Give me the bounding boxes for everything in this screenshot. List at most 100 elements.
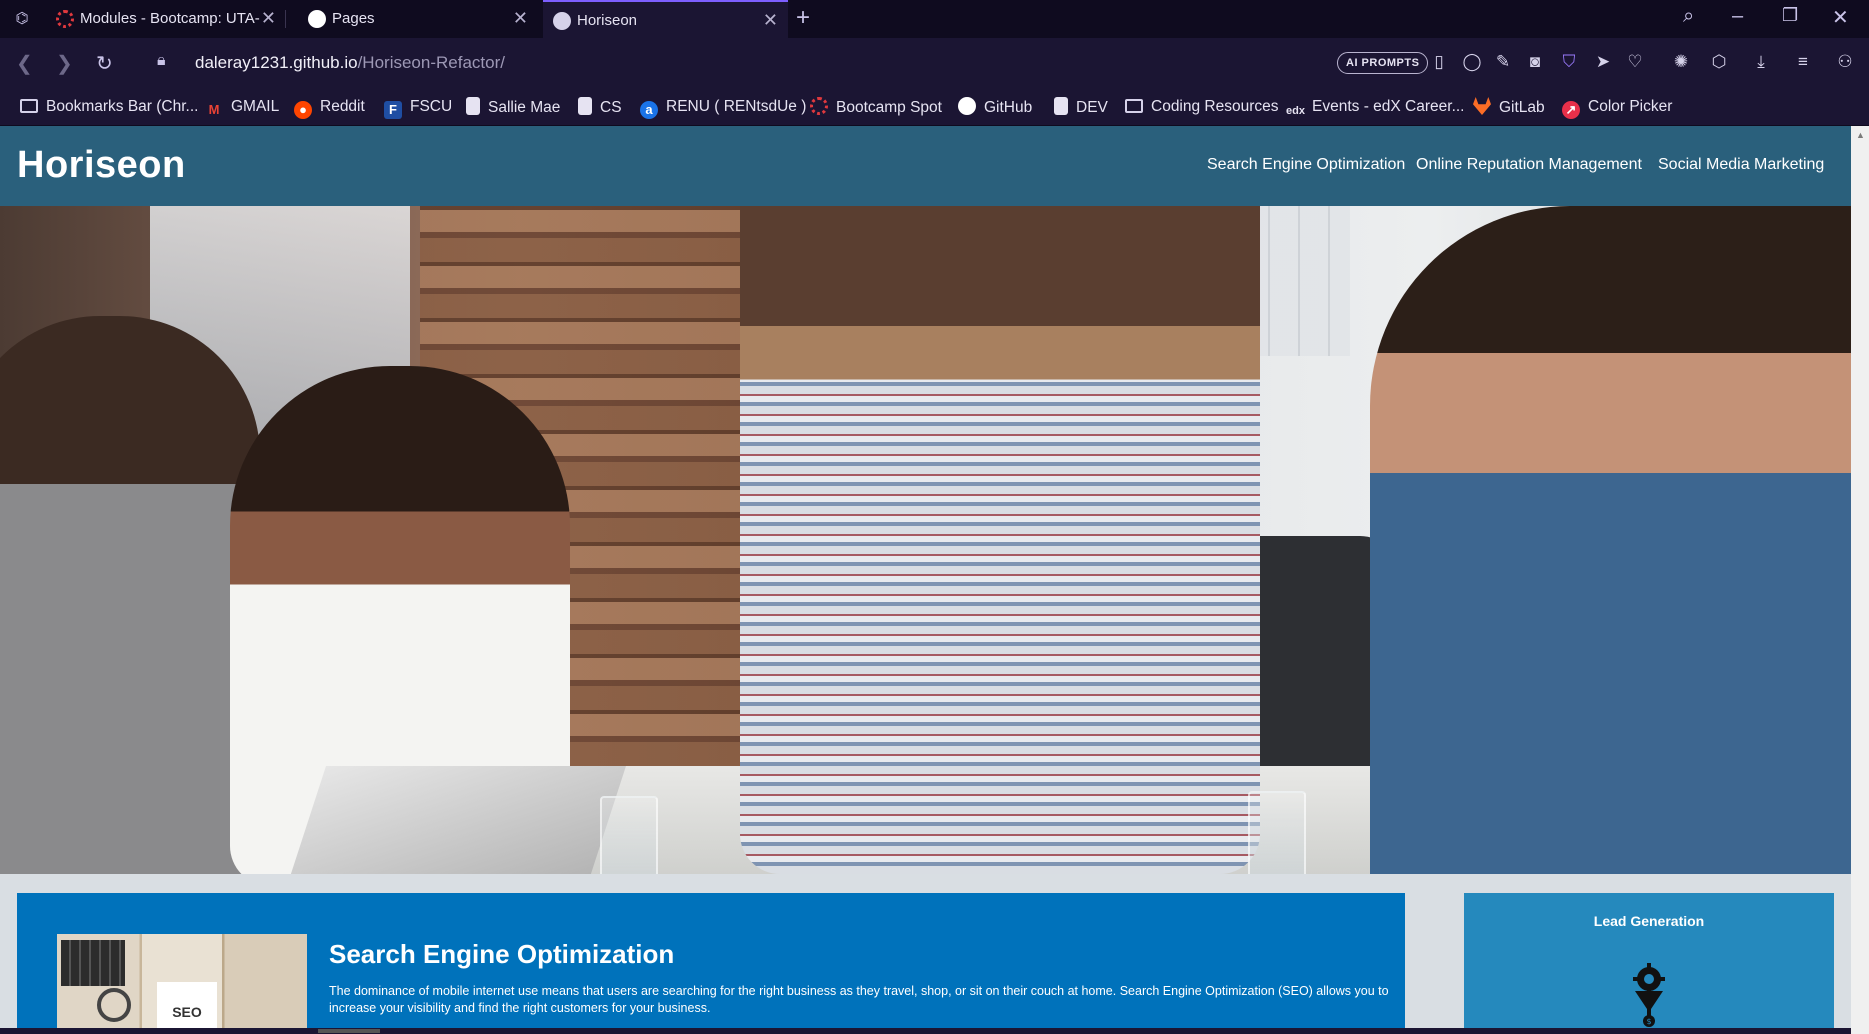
- close-tab-icon[interactable]: ✕: [763, 10, 778, 31]
- vertical-scrollbar[interactable]: ▲: [1851, 126, 1869, 1034]
- close-tab-icon[interactable]: ✕: [513, 8, 528, 29]
- folder-icon: [1125, 99, 1143, 113]
- ai-prompts-button[interactable]: AI PROMPTS: [1337, 52, 1429, 74]
- edit-icon[interactable]: ✎: [1492, 51, 1514, 73]
- address-bar-row: ❮ ❯ ↻ 🔒︎ daleray1231.github.io/Horiseon-…: [0, 38, 1869, 88]
- lock-icon[interactable]: 🔒︎: [157, 52, 166, 70]
- bookmark-edx-events[interactable]: edx Events - edX Career...: [1286, 97, 1465, 117]
- bookmark-label: CS: [600, 99, 622, 116]
- nav-link-seo[interactable]: Search Engine Optimization: [1207, 156, 1405, 174]
- reload-button[interactable]: ↻: [96, 51, 113, 76]
- extension-icon[interactable]: ✺: [1670, 51, 1692, 73]
- tab-pages[interactable]: Pages ✕: [298, 0, 538, 38]
- send-icon[interactable]: ➤: [1592, 51, 1614, 73]
- edx-icon: edx: [1286, 105, 1305, 117]
- bookmark-bootcamp-spot[interactable]: Bootcamp Spot: [810, 97, 942, 117]
- url-field[interactable]: daleray1231.github.io/Horiseon-Refactor/: [195, 53, 505, 73]
- bookmark-coding-resources[interactable]: Coding Resources: [1125, 97, 1279, 117]
- fscu-icon: F: [384, 101, 402, 119]
- camera-icon[interactable]: ◙: [1524, 51, 1546, 73]
- bookmark-sallie-mae[interactable]: Sallie Mae: [466, 97, 560, 117]
- horizontal-scrollbar[interactable]: [0, 1028, 1851, 1034]
- tab-modules-bootcamp[interactable]: Modules - Bootcamp: UTA- ✕: [46, 0, 286, 38]
- bookmark-label: Bookmarks Bar (Chr...: [46, 98, 199, 115]
- tab-bar: ⌬ Modules - Bootcamp: UTA- ✕ Pages ✕ Hor…: [0, 0, 1869, 38]
- nav-link-social-media-marketing[interactable]: Social Media Marketing: [1658, 156, 1824, 174]
- page-icon: [466, 97, 480, 115]
- bookmark-dev[interactable]: DEV: [1054, 97, 1108, 117]
- bookmark-bookmarks-bar[interactable]: Bookmarks Bar (Chr...: [20, 97, 198, 117]
- new-tab-button[interactable]: +: [796, 4, 810, 32]
- github-favicon-icon: [308, 10, 326, 28]
- page-icon: [578, 97, 592, 115]
- heart-icon[interactable]: ♡: [1624, 51, 1646, 73]
- seo-section: SEO Search Engine Optimization The domin…: [17, 893, 1405, 1034]
- nav-link-reputation-management[interactable]: Online Reputation Management: [1416, 156, 1642, 174]
- bookmark-gmail[interactable]: M GMAIL: [205, 97, 280, 117]
- site-header: Horiseon Search Engine Optimization Onli…: [0, 126, 1851, 206]
- tab-title: Pages: [332, 10, 375, 27]
- bookmark-cs[interactable]: CS: [578, 97, 622, 117]
- bookmarks-bar: Bookmarks Bar (Chr... M GMAIL ● Reddit F FS…: [0, 88, 1869, 126]
- minimize-button[interactable]: –: [1732, 5, 1743, 28]
- bookmark-label: DEV: [1076, 99, 1108, 116]
- bookmark-label: Events - edX Career...: [1312, 98, 1465, 115]
- bookmark-label: RENU ( RENtsdUe ): [666, 98, 807, 115]
- gmail-icon: M: [208, 102, 220, 117]
- bookmark-renu[interactable]: a RENU ( RENtsdUe ): [640, 97, 807, 119]
- opera-gx-menu-icon[interactable]: ⌬: [10, 9, 34, 29]
- bookmark-label: Reddit: [320, 98, 365, 115]
- aria-chat-icon[interactable]: ◯: [1461, 51, 1483, 73]
- bookmark-reddit[interactable]: ● Reddit: [294, 97, 365, 119]
- hero-image: [0, 206, 1851, 874]
- reader-mode-icon[interactable]: ▯: [1428, 51, 1450, 73]
- renu-icon: a: [640, 101, 658, 119]
- bookmark-gitlab[interactable]: GitLab: [1473, 97, 1545, 117]
- github-icon: [958, 97, 976, 115]
- tab-title: Modules - Bootcamp: UTA-: [80, 10, 260, 27]
- magnifier-icon: [97, 988, 131, 1022]
- bookmark-label: GitLab: [1499, 99, 1545, 116]
- bookmark-fscu[interactable]: F FSCU: [384, 97, 453, 119]
- vpn-shield-icon[interactable]: ⛉: [1558, 51, 1580, 73]
- person-standing: [740, 206, 1260, 874]
- tab-title: Horiseon: [577, 12, 638, 29]
- profile-icon[interactable]: ⚇: [1834, 51, 1856, 73]
- cube-icon[interactable]: ⬡: [1708, 51, 1730, 73]
- close-window-button[interactable]: ✕: [1832, 5, 1849, 30]
- water-glass: [1248, 791, 1306, 874]
- site-logo[interactable]: Horiseon: [17, 144, 186, 187]
- bookmark-label: Bootcamp Spot: [836, 99, 942, 116]
- scroll-up-icon[interactable]: ▲: [1856, 130, 1865, 140]
- scrollbar-thumb[interactable]: [318, 1029, 380, 1033]
- bookmark-label: GMAIL: [231, 98, 280, 115]
- bookmark-label: GitHub: [984, 99, 1033, 116]
- bookmark-github[interactable]: GitHub: [958, 97, 1032, 117]
- folder-icon: [20, 99, 38, 113]
- bookmark-label: FSCU: [410, 98, 453, 115]
- tab-horiseon[interactable]: Horiseon ✕: [543, 0, 788, 38]
- search-tabs-icon[interactable]: ⌕: [1683, 5, 1694, 28]
- person-left: [0, 316, 260, 874]
- bootcamp-favicon-icon: [56, 10, 74, 28]
- forward-button[interactable]: ❯: [56, 51, 73, 76]
- seo-image-caption: SEO: [157, 982, 217, 1034]
- bootcamp-icon: [810, 97, 828, 115]
- download-icon[interactable]: ⤓: [1750, 51, 1772, 73]
- svg-text:$: $: [1646, 1017, 1651, 1026]
- bookmark-label: Sallie Mae: [488, 99, 561, 116]
- seo-description: The dominance of mobile internet use mea…: [329, 984, 1389, 1015]
- close-tab-icon[interactable]: ✕: [261, 8, 276, 29]
- bookmark-color-picker[interactable]: ↗ Color Picker: [1562, 97, 1672, 119]
- globe-favicon-icon: [553, 12, 571, 30]
- page-icon: [1054, 97, 1068, 115]
- seo-image: SEO: [57, 934, 307, 1034]
- url-path: /Horiseon-Refactor/: [357, 53, 505, 72]
- easy-setup-icon[interactable]: ≡: [1792, 51, 1814, 73]
- restore-button[interactable]: ❐: [1782, 5, 1798, 26]
- person-right: [1370, 206, 1851, 874]
- laptop: [274, 766, 626, 874]
- back-button[interactable]: ❮: [16, 51, 33, 76]
- seo-title: Search Engine Optimization: [329, 939, 675, 969]
- web-page: Horiseon Search Engine Optimization Onli…: [0, 126, 1851, 1034]
